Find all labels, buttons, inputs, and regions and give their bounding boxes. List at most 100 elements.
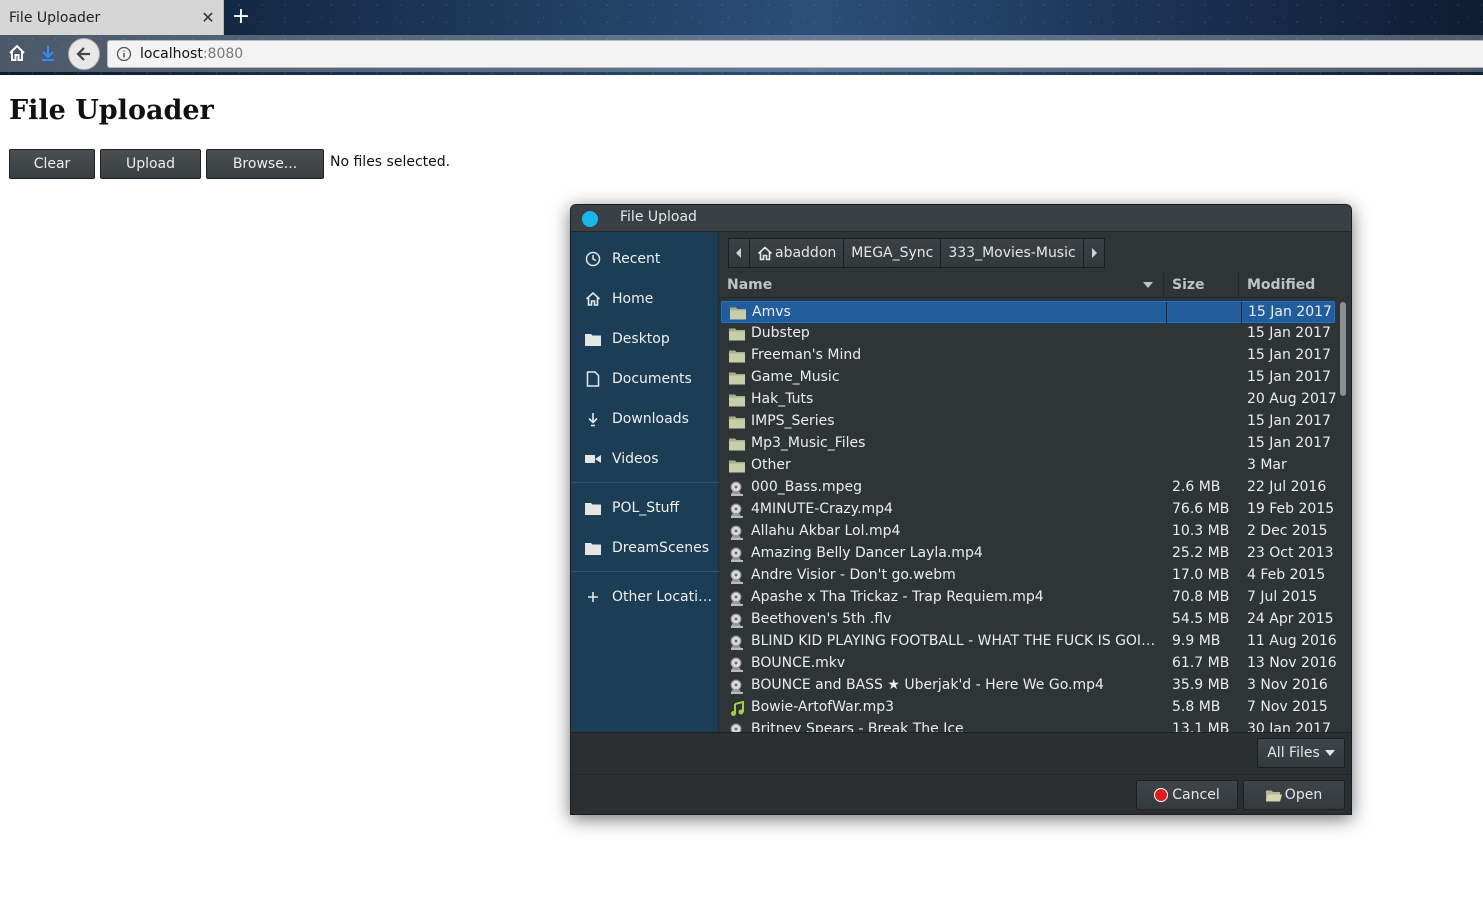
file-modified: 15 Jan 2017 (1247, 325, 1331, 341)
column-header-modified[interactable]: Modified (1239, 272, 1337, 298)
file-row[interactable]: Britney Spears - Break The Ice 13.1 MB 30 … (721, 719, 1335, 732)
file-modified: 19 Feb 2015 (1247, 501, 1335, 517)
chevron-down-icon (1324, 750, 1335, 756)
column-header-name[interactable]: Name (719, 272, 1164, 298)
file-modified: 15 Jan 2017 (1247, 413, 1331, 429)
video-file-icon (729, 481, 745, 496)
file-row[interactable]: Dubstep 15 Jan 2017 (721, 323, 1335, 345)
sidebar-item-recent[interactable]: Recent (571, 244, 719, 274)
file-modified: 4 Feb 2015 (1247, 567, 1326, 583)
file-row[interactable]: Amazing Belly Dancer Layla.mp4 25.2 MB 23 … (721, 543, 1335, 565)
file-row[interactable]: BOUNCE and BASS ★ Uberjak'd - Here We Go… (721, 675, 1335, 697)
video-file-icon (729, 635, 745, 650)
path-segment-label: MEGA_Sync (851, 245, 934, 261)
browse-button[interactable]: Browse... (206, 149, 324, 179)
file-name: Amvs (752, 304, 791, 320)
file-row[interactable]: Allahu Akbar Lol.mp4 10.3 MB 2 Dec 2015 (721, 521, 1335, 543)
clear-button[interactable]: Clear (9, 149, 95, 179)
file-row[interactable]: Hak_Tuts 20 Aug 2017 (721, 389, 1337, 411)
file-modified: 23 Oct 2013 (1247, 545, 1334, 561)
folder-icon (729, 415, 745, 429)
file-name: Apashe x Tha Trickaz - Trap Requiem.mp4 (751, 589, 1044, 605)
new-tab-button[interactable]: + (228, 4, 254, 30)
sidebar-item-home[interactable]: Home (571, 284, 719, 314)
path-segment-mega-sync[interactable]: MEGA_Sync (843, 238, 942, 268)
open-button[interactable]: Open (1243, 780, 1345, 810)
chevron-left-icon (736, 248, 741, 258)
sidebar-divider (571, 482, 719, 483)
downloads-button[interactable] (34, 39, 62, 67)
home-button[interactable] (3, 39, 31, 67)
file-modified: 15 Jan 2017 (1247, 369, 1331, 385)
file-row[interactable]: Apashe x Tha Trickaz - Trap Requiem.mp4 7… (721, 587, 1335, 609)
sidebar-item-pol-stuff[interactable]: POL_Stuff (571, 493, 719, 523)
sidebar-item-desktop[interactable]: Desktop (571, 324, 719, 354)
file-row[interactable]: IMPS_Series 15 Jan 2017 (721, 411, 1335, 433)
cancel-button[interactable]: Cancel (1136, 780, 1238, 810)
upload-button[interactable]: Upload (100, 149, 201, 179)
tab-close-icon[interactable]: ✕ (193, 8, 223, 27)
video-file-icon (729, 525, 745, 540)
column-header-label: Size (1172, 277, 1205, 293)
file-row[interactable]: Bowie-ArtofWar.mp3 5.8 MB 7 Nov 2015 (721, 697, 1335, 719)
info-icon[interactable] (116, 46, 132, 62)
file-row[interactable]: Amvs 15 Jan 2017 (721, 301, 1335, 324)
file-row[interactable]: Mp3_Music_Files 15 Jan 2017 (721, 433, 1335, 455)
file-name: Amazing Belly Dancer Layla.mp4 (751, 545, 983, 561)
url-bar[interactable]: localhost:8080 (107, 40, 1483, 68)
path-scroll-right-button[interactable] (1082, 238, 1105, 268)
path-segment-label: abaddon (775, 245, 837, 261)
file-row[interactable]: 000_Bass.mpeg 2.6 MB 22 Jul 2016 (721, 477, 1335, 499)
file-row[interactable]: BLIND KID PLAYING FOOTBALL - WHAT THE FU… (721, 631, 1337, 653)
path-segment-home[interactable]: abaddon (749, 238, 845, 268)
file-row[interactable]: Other 3 Mar (721, 455, 1335, 477)
sidebar-item-other-locations[interactable]: Other Locati… (571, 582, 719, 612)
folder-icon (729, 437, 745, 451)
column-header-label: Modified (1247, 277, 1316, 293)
file-row[interactable]: Game_Music 15 Jan 2017 (721, 367, 1335, 389)
file-list[interactable]: Name Size Modified Amvs 15 Jan 2017 Dubste… (719, 272, 1351, 732)
file-size: 35.9 MB (1172, 677, 1230, 693)
folder-icon (584, 499, 602, 517)
file-name: BLIND KID PLAYING FOOTBALL - WHAT THE FU… (751, 633, 1161, 649)
video-file-icon (729, 657, 745, 672)
file-name: IMPS_Series (751, 413, 835, 429)
dialog-titlebar[interactable]: File Upload (571, 205, 1351, 232)
dialog-title: File Upload (620, 209, 697, 225)
file-modified: 3 Nov 2016 (1247, 677, 1328, 693)
file-modified: 13 Nov 2016 (1247, 655, 1337, 671)
browser-tab[interactable]: File Uploader ✕ (0, 0, 224, 35)
download-icon (42, 46, 54, 61)
sidebar-item-downloads[interactable]: Downloads (571, 404, 719, 434)
sidebar-item-videos[interactable]: Videos (571, 444, 719, 474)
file-name: Andre Visior - Don't go.webm (751, 567, 956, 583)
download-icon (584, 410, 602, 428)
folder-open-icon (1265, 790, 1282, 801)
video-file-icon (729, 613, 745, 628)
url-host: localhost (140, 46, 203, 62)
sidebar-item-dreamscenes[interactable]: DreamScenes (571, 533, 719, 563)
file-modified: 15 Jan 2017 (1248, 304, 1332, 320)
file-row[interactable]: BOUNCE.mkv 61.7 MB 13 Nov 2016 (721, 653, 1337, 675)
file-row[interactable]: 4MINUTE-Crazy.mp4 76.6 MB 19 Feb 2015 (721, 499, 1335, 521)
back-button[interactable] (68, 38, 100, 70)
window-close-icon[interactable] (582, 211, 598, 227)
clock-icon (584, 250, 602, 268)
sidebar-item-label: Recent (612, 251, 661, 267)
file-name: Allahu Akbar Lol.mp4 (751, 523, 901, 539)
file-size: 5.8 MB (1172, 699, 1221, 715)
column-header-size[interactable]: Size (1164, 272, 1239, 298)
file-row[interactable]: Andre Visior - Don't go.webm 17.0 MB 4 Feb… (721, 565, 1335, 587)
video-file-icon (729, 679, 745, 694)
path-segment-current[interactable]: 333_Movies-Music (940, 238, 1084, 268)
video-file-icon (729, 503, 745, 518)
file-size: 76.6 MB (1172, 501, 1230, 517)
file-row[interactable]: Beethoven's 5th .flv 54.5 MB 24 Apr 2015 (721, 609, 1335, 631)
file-row[interactable]: Freeman's Mind 15 Jan 2017 (721, 345, 1335, 367)
folder-icon (729, 459, 745, 473)
file-type-filter[interactable]: All Files (1257, 738, 1345, 768)
path-scroll-left-button[interactable] (728, 238, 750, 268)
file-list-scrollbar[interactable] (1340, 302, 1346, 396)
sidebar-item-documents[interactable]: Documents (571, 364, 719, 394)
file-size: 54.5 MB (1172, 611, 1230, 627)
